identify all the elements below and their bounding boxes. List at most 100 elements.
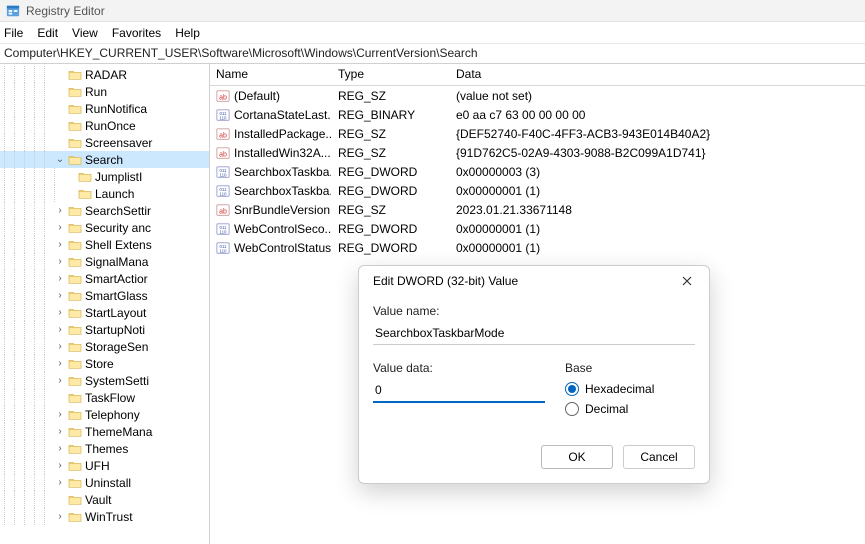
tree-item[interactable]: › SignalMana — [0, 253, 209, 270]
tree-expander-icon[interactable]: › — [54, 341, 66, 352]
value-type: REG_DWORD — [332, 241, 450, 255]
tree-item[interactable]: › Shell Extens — [0, 236, 209, 253]
menu-edit[interactable]: Edit — [37, 26, 58, 40]
tree-expander-icon[interactable]: › — [54, 256, 66, 267]
address-bar[interactable]: Computer\HKEY_CURRENT_USER\Software\Micr… — [0, 44, 865, 64]
tree-pane[interactable]: RADAR Run RunNotifica RunOnce Screensave… — [0, 64, 210, 544]
value-name: SearchboxTaskba... — [234, 184, 332, 198]
tree-expander-icon[interactable]: › — [54, 324, 66, 335]
tree-expander-icon[interactable]: › — [54, 443, 66, 454]
tree-item[interactable]: JumplistI — [0, 168, 209, 185]
value-name-field[interactable] — [373, 322, 695, 345]
value-data-field[interactable] — [373, 379, 545, 403]
tree-item[interactable]: › WinTrust — [0, 508, 209, 525]
svg-text:110: 110 — [220, 248, 228, 253]
tree-expander-icon[interactable]: › — [54, 222, 66, 233]
list-row[interactable]: 011 110 SearchboxTaskba...REG_DWORD0x000… — [210, 162, 865, 181]
radio-decimal[interactable]: Decimal — [565, 399, 695, 419]
list-header: Name Type Data — [210, 64, 865, 86]
tree-item[interactable]: › StorageSen — [0, 338, 209, 355]
edit-dword-dialog: Edit DWORD (32-bit) Value Value name: Va… — [358, 265, 710, 484]
tree-item[interactable]: › StartupNoti — [0, 321, 209, 338]
tree-item[interactable]: Vault — [0, 491, 209, 508]
tree-expander-icon[interactable]: › — [54, 358, 66, 369]
tree-expander-icon[interactable]: › — [54, 426, 66, 437]
tree-item-label: Telephony — [85, 408, 140, 422]
list-row[interactable]: 011 110 CortanaStateLast...REG_BINARYe0 … — [210, 105, 865, 124]
ok-button[interactable]: OK — [541, 445, 613, 469]
tree-expander-icon[interactable]: › — [54, 460, 66, 471]
tree-item[interactable]: › Themes — [0, 440, 209, 457]
tree-item[interactable]: Screensaver — [0, 134, 209, 151]
tree-item[interactable]: ⌄ Search — [0, 151, 209, 168]
list-row[interactable]: ab InstalledPackage...REG_SZ{DEF52740-F4… — [210, 124, 865, 143]
value-name: WebControlStatus — [234, 241, 331, 255]
tree-item[interactable]: › SystemSetti — [0, 372, 209, 389]
value-type: REG_BINARY — [332, 108, 450, 122]
tree-item-label: SearchSettir — [85, 204, 151, 218]
menu-help[interactable]: Help — [175, 26, 200, 40]
cancel-button[interactable]: Cancel — [623, 445, 695, 469]
tree-expander-icon[interactable]: ⌄ — [54, 154, 66, 165]
tree-expander-icon[interactable]: › — [54, 205, 66, 216]
tree-item[interactable]: › Security anc — [0, 219, 209, 236]
tree-item-label: Launch — [95, 187, 134, 201]
tree-expander-icon[interactable]: › — [54, 409, 66, 420]
tree-item[interactable]: RunOnce — [0, 117, 209, 134]
tree-item[interactable]: › SmartActior — [0, 270, 209, 287]
svg-text:110: 110 — [220, 172, 228, 177]
value-type: REG_DWORD — [332, 184, 450, 198]
tree-item[interactable]: RADAR — [0, 66, 209, 83]
value-type: REG_SZ — [332, 89, 450, 103]
tree-item[interactable]: › SearchSettir — [0, 202, 209, 219]
tree-item[interactable]: Launch — [0, 185, 209, 202]
list-row[interactable]: ab (Default)REG_SZ(value not set) — [210, 86, 865, 105]
list-row[interactable]: 011 110 WebControlSeco...REG_DWORD0x0000… — [210, 219, 865, 238]
list-row[interactable]: 011 110 WebControlStatusREG_DWORD0x00000… — [210, 238, 865, 257]
tree-item-label: Shell Extens — [85, 238, 152, 252]
tree-item[interactable]: › Uninstall — [0, 474, 209, 491]
tree-item-label: Search — [85, 153, 123, 167]
tree-item[interactable]: › Store — [0, 355, 209, 372]
tree-expander-icon[interactable]: › — [54, 375, 66, 386]
value-type: REG_SZ — [332, 203, 450, 217]
svg-text:110: 110 — [220, 229, 228, 234]
value-data: (value not set) — [450, 89, 865, 103]
col-header-name[interactable]: Name — [210, 64, 332, 85]
tree-item[interactable]: › SmartGlass — [0, 287, 209, 304]
menu-favorites[interactable]: Favorites — [112, 26, 161, 40]
tree-item-label: JumplistI — [95, 170, 142, 184]
radio-dot-icon — [565, 382, 579, 396]
radio-hexadecimal[interactable]: Hexadecimal — [565, 379, 695, 399]
menu-file[interactable]: File — [4, 26, 23, 40]
tree-item-label: Screensaver — [85, 136, 152, 150]
tree-expander-icon[interactable]: › — [54, 273, 66, 284]
tree-item[interactable]: Run — [0, 83, 209, 100]
tree-item-label: RunOnce — [85, 119, 136, 133]
tree-expander-icon[interactable]: › — [54, 307, 66, 318]
col-header-type[interactable]: Type — [332, 64, 450, 85]
tree-item[interactable]: › ThemeMana — [0, 423, 209, 440]
list-row[interactable]: ab InstalledWin32A...REG_SZ{91D762C5-02A… — [210, 143, 865, 162]
tree-item[interactable]: › UFH — [0, 457, 209, 474]
tree-expander-icon[interactable]: › — [54, 477, 66, 488]
window-title: Registry Editor — [26, 4, 105, 18]
tree-item[interactable]: RunNotifica — [0, 100, 209, 117]
tree-item[interactable]: › StartLayout — [0, 304, 209, 321]
tree-expander-icon[interactable]: › — [54, 239, 66, 250]
close-icon[interactable] — [675, 269, 699, 293]
svg-text:ab: ab — [219, 132, 227, 139]
list-row[interactable]: ab SnrBundleVersionREG_SZ2023.01.21.3367… — [210, 200, 865, 219]
value-data: 2023.01.21.33671148 — [450, 203, 865, 217]
menu-view[interactable]: View — [72, 26, 98, 40]
tree-item[interactable]: TaskFlow — [0, 389, 209, 406]
value-data: e0 aa c7 63 00 00 00 00 — [450, 108, 865, 122]
tree-item-label: SignalMana — [85, 255, 148, 269]
list-row[interactable]: 011 110 SearchboxTaskba...REG_DWORD0x000… — [210, 181, 865, 200]
tree-item[interactable]: › Telephony — [0, 406, 209, 423]
dialog-titlebar[interactable]: Edit DWORD (32-bit) Value — [359, 266, 709, 296]
tree-expander-icon[interactable]: › — [54, 511, 66, 522]
col-header-data[interactable]: Data — [450, 64, 865, 85]
value-name-label: Value name: — [373, 304, 695, 318]
tree-expander-icon[interactable]: › — [54, 290, 66, 301]
